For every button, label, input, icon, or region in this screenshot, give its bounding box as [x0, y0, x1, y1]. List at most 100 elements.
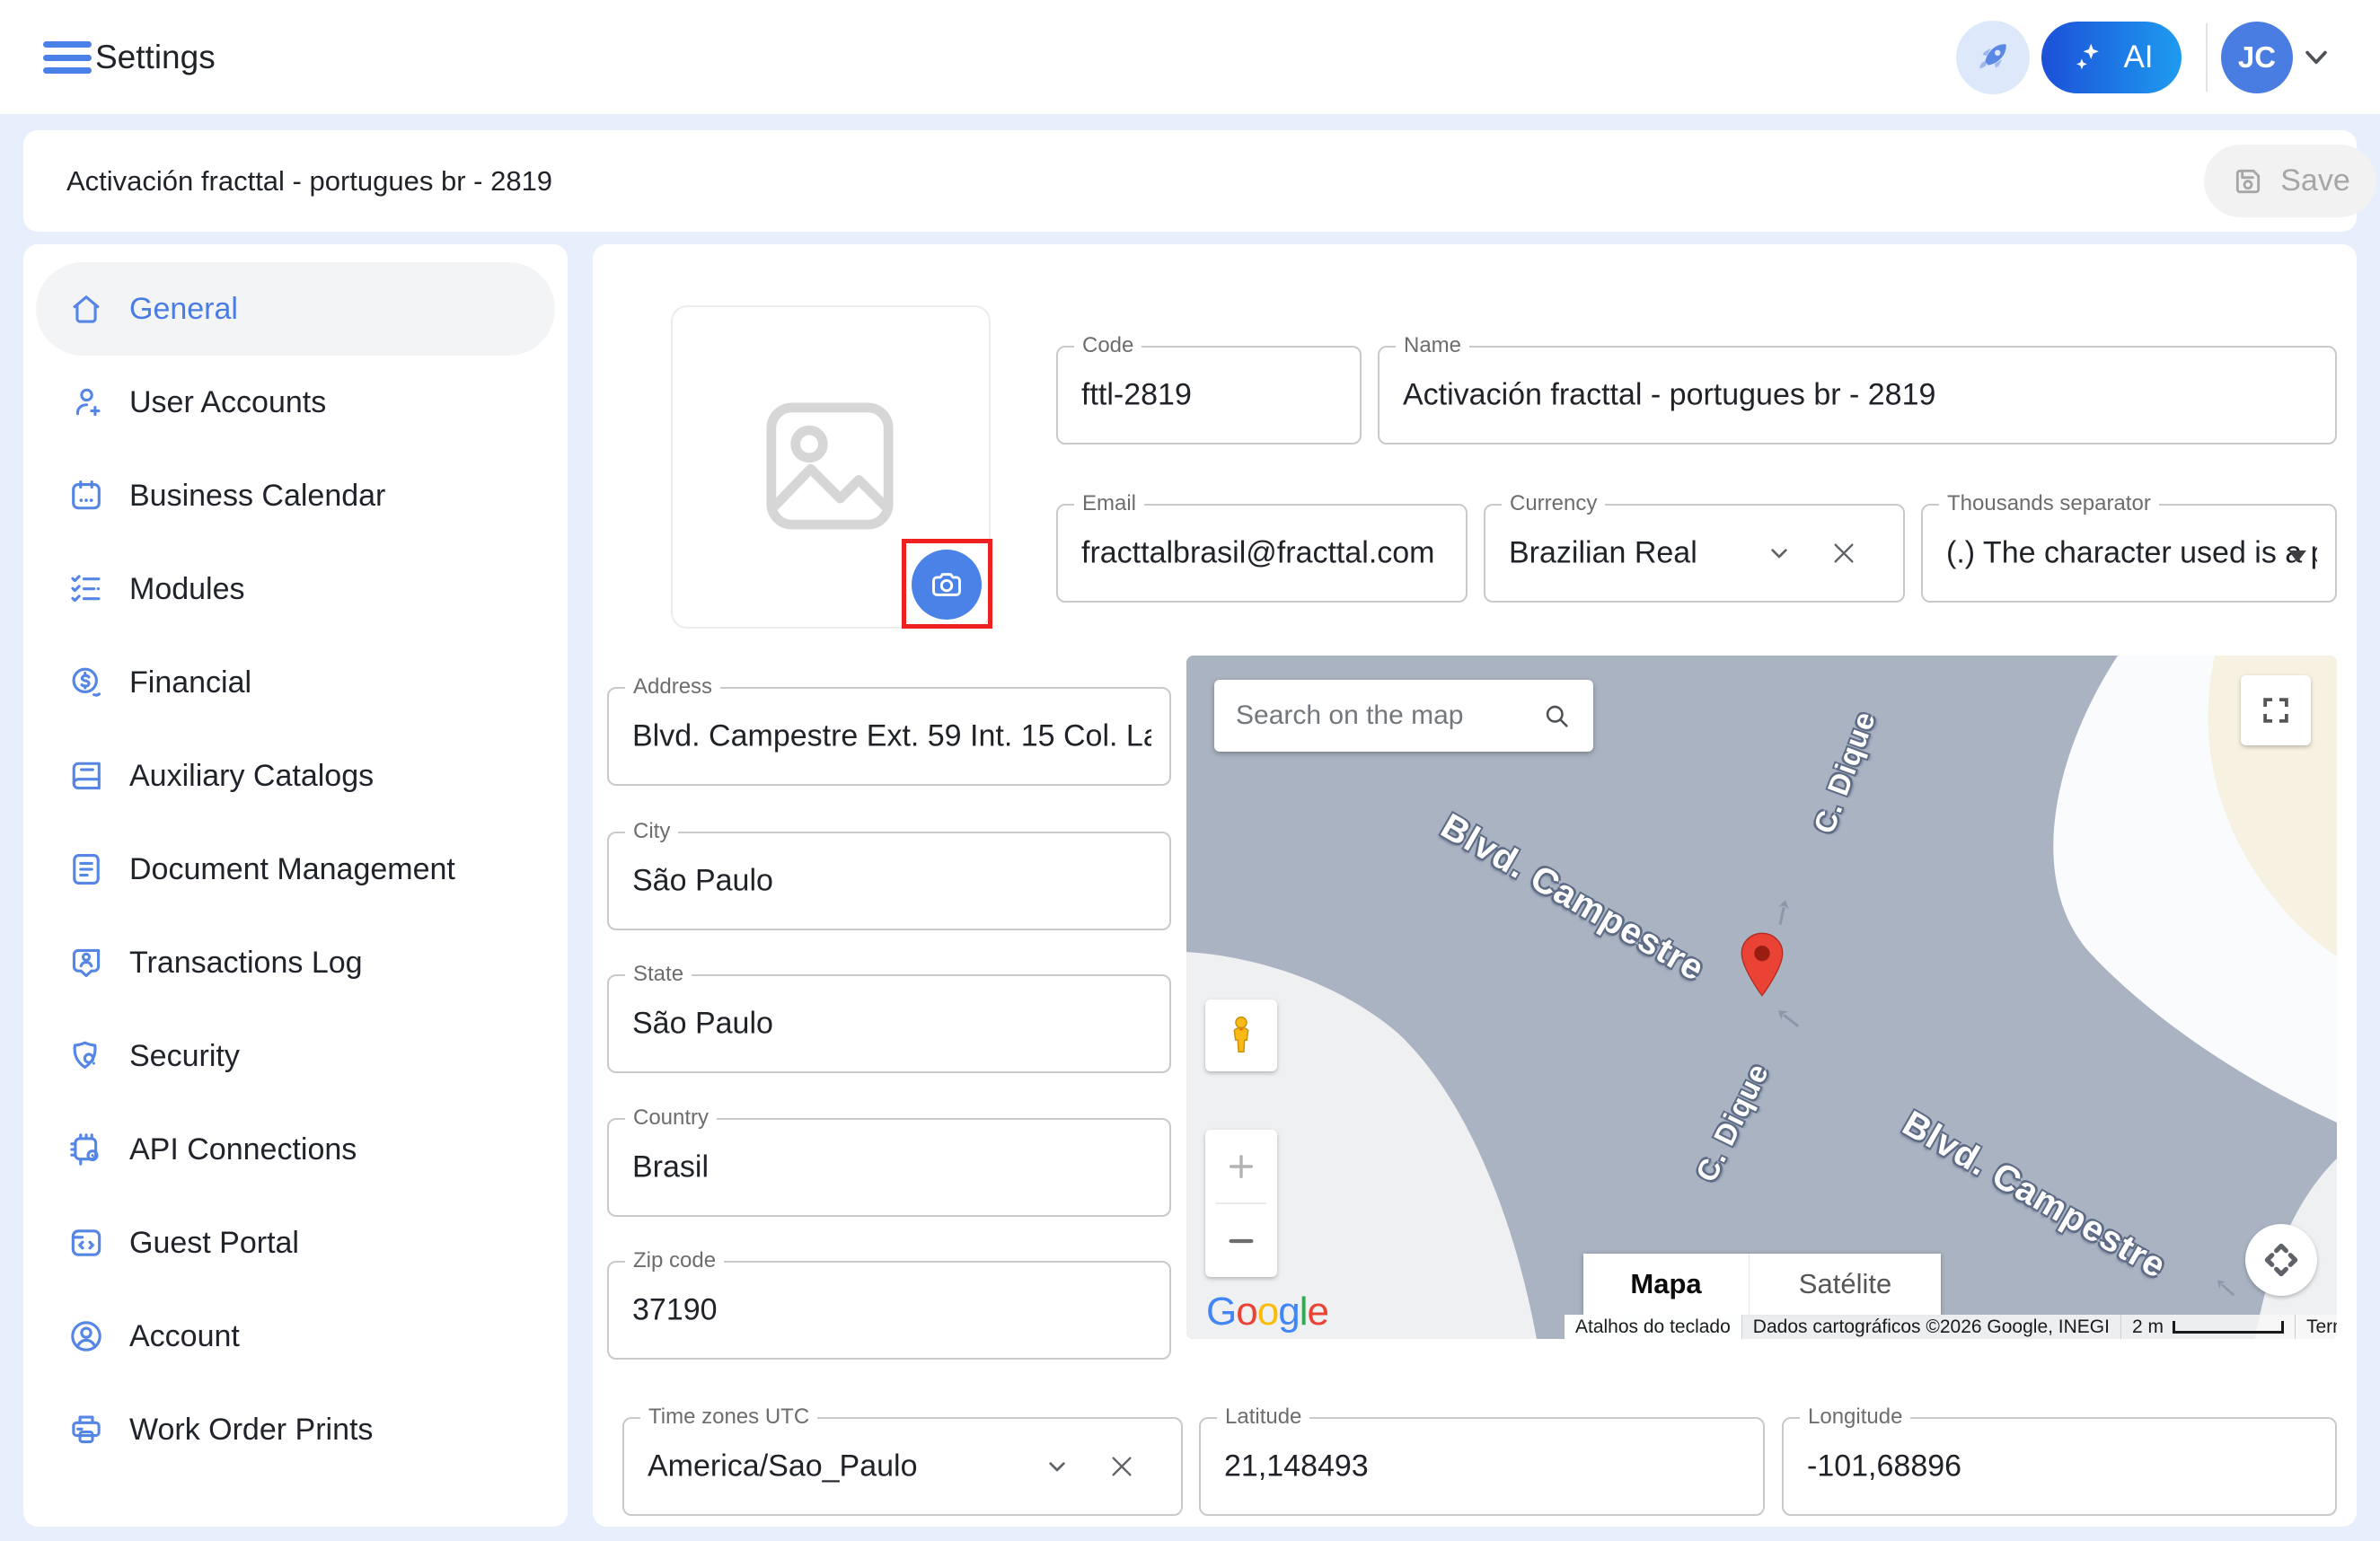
longitude-field[interactable]: Longitude -101,68896: [1782, 1417, 2337, 1516]
minus-icon: [1226, 1226, 1256, 1256]
sidebar-item-label: Business Calendar: [129, 479, 385, 514]
google-logo[interactable]: Google: [1206, 1290, 1328, 1334]
zip-code-field[interactable]: Zip code 37190: [607, 1261, 1171, 1360]
latitude-value: 21,148493: [1224, 1449, 1745, 1484]
name-field[interactable]: Name Activación fracttal - portugues br …: [1378, 346, 2337, 445]
search-icon[interactable]: [1541, 700, 1572, 731]
pegman-icon: [1219, 1010, 1264, 1061]
save-icon: [2230, 163, 2266, 199]
sidebar: General User Accounts Business Calendar Mod…: [23, 244, 568, 1527]
timezone-value: America/Sao_Paulo: [648, 1449, 1019, 1484]
currency-field[interactable]: Currency Brazilian Real: [1484, 504, 1905, 603]
work-order-prints-icon: [66, 1410, 106, 1449]
chevron-down-icon[interactable]: [2301, 47, 2332, 70]
sidebar-item-label: User Accounts: [129, 385, 326, 420]
home-icon: [66, 289, 106, 329]
map-view-button[interactable]: Mapa: [1583, 1254, 1749, 1315]
fullscreen-button[interactable]: [2241, 675, 2311, 745]
address-field[interactable]: Address Blvd. Campestre Ext. 59 Int. 15 …: [607, 687, 1171, 786]
map[interactable]: Blvd. CampestreC. DiqueC. DiqueBlvd. Cam…: [1186, 656, 2337, 1339]
camera-button[interactable]: [912, 550, 982, 620]
subheader: Activación fracttal - portugues br - 281…: [23, 130, 2357, 232]
chevron-down-icon[interactable]: [1043, 1452, 1071, 1481]
sidebar-item-general[interactable]: General: [36, 262, 555, 356]
code-value: fttl-2819: [1081, 378, 1342, 413]
sidebar-item-label: Transactions Log: [129, 946, 363, 981]
satellite-view-button[interactable]: Satélite: [1749, 1254, 1941, 1315]
sidebar-item-financial[interactable]: Financial: [36, 636, 555, 729]
thousands-separator-field[interactable]: Thousands separator (.) The character us…: [1921, 504, 2337, 603]
sidebar-item-business-calendar[interactable]: Business Calendar: [36, 449, 555, 542]
record-title: Activación fracttal - portugues br - 281…: [66, 130, 552, 232]
map-type-switcher: Mapa Satélite: [1583, 1254, 1941, 1315]
sidebar-item-auxiliary-catalogs[interactable]: Auxiliary Catalogs: [36, 729, 555, 823]
clear-icon[interactable]: [1829, 539, 1858, 568]
sidebar-item-label: Financial: [129, 665, 251, 700]
sidebar-item-work-order-prints[interactable]: Work Order Prints: [36, 1383, 555, 1476]
page-title: Settings: [95, 0, 216, 114]
map-attribution: Atalhos do teclado Dados cartográficos ©…: [1565, 1315, 2337, 1339]
pegman-button[interactable]: [1205, 999, 1277, 1071]
sidebar-item-document-management[interactable]: Document Management: [36, 823, 555, 916]
currency-label: Currency: [1502, 491, 1605, 516]
sidebar-item-guest-portal[interactable]: Guest Portal: [36, 1196, 555, 1290]
map-pin[interactable]: [1739, 930, 1785, 999]
city-field[interactable]: City São Paulo: [607, 832, 1171, 930]
avatar[interactable]: JC: [2221, 22, 2293, 93]
zoom-out-button[interactable]: [1205, 1204, 1277, 1277]
country-field[interactable]: Country Brasil: [607, 1118, 1171, 1217]
sparkles-icon: [2069, 38, 2109, 77]
dropdown-caret-icon[interactable]: [2288, 550, 2306, 562]
sidebar-item-security[interactable]: Security: [36, 1009, 555, 1103]
security-icon: [66, 1036, 106, 1076]
sidebar-item-modules[interactable]: Modules: [36, 542, 555, 636]
topbar: Settings AI JC: [0, 0, 2380, 114]
ai-button-label: AI: [2123, 40, 2153, 75]
ai-button[interactable]: AI: [2041, 22, 2182, 93]
latitude-field[interactable]: Latitude 21,148493: [1199, 1417, 1765, 1516]
sidebar-item-label: Modules: [129, 572, 245, 607]
save-button[interactable]: Save: [2204, 145, 2376, 217]
image-icon: [747, 383, 912, 549]
latitude-label: Latitude: [1217, 1405, 1309, 1430]
map-data-attribution: Dados cartográficos ©2026 Google, INEGI: [1742, 1315, 2120, 1339]
timezone-field[interactable]: Time zones UTC America/Sao_Paulo: [622, 1417, 1183, 1516]
terms-link[interactable]: Termos: [2295, 1315, 2337, 1339]
clear-icon[interactable]: [1107, 1452, 1136, 1481]
longitude-label: Longitude: [1800, 1405, 1910, 1430]
rocket-button[interactable]: [1956, 21, 2030, 94]
code-label: Code: [1074, 333, 1142, 358]
sidebar-item-label: Work Order Prints: [129, 1413, 373, 1448]
zoom-in-button[interactable]: [1205, 1130, 1277, 1202]
pan-control[interactable]: [2245, 1224, 2317, 1296]
keyboard-shortcuts-button[interactable]: Atalhos do teclado: [1565, 1315, 1742, 1339]
document-management-icon: [66, 850, 106, 889]
sidebar-item-api-connections[interactable]: API Connections: [36, 1103, 555, 1196]
email-value: fracttalbrasil@fracttal.com: [1081, 536, 1448, 571]
auxiliary-catalogs-icon: [66, 756, 106, 796]
save-button-label: Save: [2280, 163, 2350, 198]
menu-icon[interactable]: [43, 41, 92, 74]
sidebar-item-label: Document Management: [129, 852, 455, 887]
sidebar-item-label: Auxiliary Catalogs: [129, 759, 374, 794]
state-field[interactable]: State São Paulo: [607, 974, 1171, 1073]
sidebar-item-transactions-log[interactable]: Transactions Log: [36, 916, 555, 1009]
camera-icon: [927, 565, 966, 604]
financial-icon: [66, 663, 106, 702]
chevron-down-icon[interactable]: [1765, 539, 1794, 568]
sidebar-item-label: General: [129, 292, 238, 327]
email-field[interactable]: Email fracttalbrasil@fracttal.com: [1056, 504, 1468, 603]
map-search-input[interactable]: Search on the map: [1214, 680, 1593, 752]
sidebar-item-user-accounts[interactable]: User Accounts: [36, 356, 555, 449]
sidebar-item-account[interactable]: Account: [36, 1290, 555, 1383]
map-search-placeholder: Search on the map: [1236, 700, 1464, 731]
code-field[interactable]: Code fttl-2819: [1056, 346, 1362, 445]
modules-icon: [66, 569, 106, 609]
zoom-control: [1205, 1130, 1277, 1277]
currency-value: Brazilian Real: [1509, 536, 1768, 571]
city-value: São Paulo: [632, 864, 1151, 899]
name-value: Activación fracttal - portugues br - 281…: [1403, 378, 2317, 413]
user-accounts-icon: [66, 383, 106, 422]
thousands-separator-value: (.) The character used is a peri: [1946, 536, 2317, 571]
timezone-label: Time zones UTC: [640, 1405, 817, 1430]
